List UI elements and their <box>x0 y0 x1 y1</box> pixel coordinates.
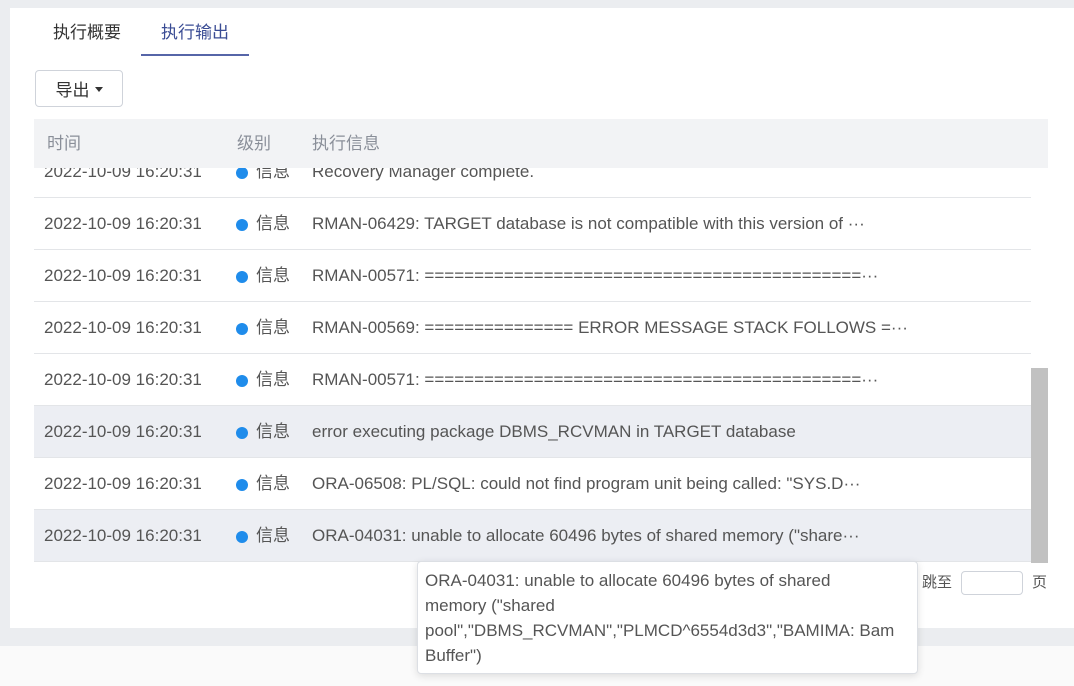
level-label: 信息 <box>256 318 290 337</box>
level-badge: 信息 <box>236 198 290 250</box>
column-header-time: 时间 <box>47 134 81 153</box>
info-dot-icon <box>236 427 248 439</box>
scrollbar-thumb[interactable] <box>1031 368 1048 563</box>
row-time: 2022-10-09 16:20:31 <box>44 214 202 233</box>
row-time: 2022-10-09 16:20:31 <box>44 168 202 181</box>
row-time: 2022-10-09 16:20:31 <box>44 422 202 441</box>
message-tooltip: ORA-04031: unable to allocate 60496 byte… <box>417 561 918 674</box>
row-message: Recovery Manager complete. <box>312 168 535 181</box>
level-label: 信息 <box>256 526 290 545</box>
level-label: 信息 <box>256 474 290 493</box>
level-badge: 信息 <box>236 406 290 458</box>
info-dot-icon <box>236 168 248 179</box>
level-badge: 信息 <box>236 510 290 562</box>
table-rows: 2022-10-09 16:20:31 信息 Recovery Manager … <box>34 168 1031 562</box>
row-message: RMAN-00571: ============================… <box>312 266 879 285</box>
row-time: 2022-10-09 16:20:31 <box>44 266 202 285</box>
table-row[interactable]: 2022-10-09 16:20:31 信息 error executing p… <box>34 406 1031 458</box>
level-badge: 信息 <box>236 458 290 510</box>
info-dot-icon <box>236 219 248 231</box>
table-row[interactable]: 2022-10-09 16:20:31 信息 Recovery Manager … <box>34 168 1031 198</box>
table-row[interactable]: 2022-10-09 16:20:31 信息 ORA-06508: PL/SQL… <box>34 458 1031 510</box>
tab-output[interactable]: 执行输出 <box>161 20 229 46</box>
level-badge: 信息 <box>236 168 290 198</box>
row-message: ORA-06508: PL/SQL: could not find progra… <box>312 474 861 493</box>
row-message: RMAN-06429: TARGET database is not compa… <box>312 214 865 233</box>
row-time: 2022-10-09 16:20:31 <box>44 474 202 493</box>
goto-page-input[interactable] <box>961 571 1023 595</box>
level-label: 信息 <box>256 370 290 389</box>
level-label: 信息 <box>256 422 290 441</box>
level-badge: 信息 <box>236 354 290 406</box>
tooltip-line: Buffer") <box>425 646 482 665</box>
row-time: 2022-10-09 16:20:31 <box>44 526 202 545</box>
row-time: 2022-10-09 16:20:31 <box>44 370 202 389</box>
table-row[interactable]: 2022-10-09 16:20:31 信息 RMAN-00571: =====… <box>34 250 1031 302</box>
info-dot-icon <box>236 479 248 491</box>
level-label: 信息 <box>256 266 290 285</box>
info-dot-icon <box>236 271 248 283</box>
column-header-message: 执行信息 <box>312 134 380 153</box>
table-row[interactable]: 2022-10-09 16:20:31 信息 ORA-04031: unable… <box>34 510 1031 562</box>
level-label: 信息 <box>256 214 290 233</box>
row-message: RMAN-00571: ============================… <box>312 370 879 389</box>
active-tab-indicator <box>141 54 249 56</box>
level-badge: 信息 <box>236 250 290 302</box>
tab-summary[interactable]: 执行概要 <box>53 20 121 46</box>
info-dot-icon <box>236 323 248 335</box>
row-time: 2022-10-09 16:20:31 <box>44 318 202 337</box>
export-button-label: 导出 <box>55 81 90 100</box>
level-label: 信息 <box>256 168 290 181</box>
row-message: error executing package DBMS_RCVMAN in T… <box>312 422 796 441</box>
caret-down-icon <box>94 87 103 92</box>
info-dot-icon <box>236 375 248 387</box>
tooltip-line: memory ("shared <box>425 596 555 615</box>
column-header-level: 级别 <box>237 134 271 153</box>
row-message: RMAN-00569: =============== ERROR MESSAG… <box>312 318 908 337</box>
info-dot-icon <box>236 531 248 543</box>
table-row[interactable]: 2022-10-09 16:20:31 信息 RMAN-06429: TARGE… <box>34 198 1031 250</box>
level-badge: 信息 <box>236 302 290 354</box>
table-row[interactable]: 2022-10-09 16:20:31 信息 RMAN-00571: =====… <box>34 354 1031 406</box>
export-button[interactable]: 导出 <box>35 70 123 107</box>
table-header: 时间 级别 执行信息 <box>34 119 1048 168</box>
page-suffix-label: 页 <box>1032 574 1048 591</box>
table-body[interactable]: 2022-10-09 16:20:31 信息 Recovery Manager … <box>34 168 1031 564</box>
table-scrollbar[interactable] <box>1031 168 1048 564</box>
goto-page-label: 跳至 <box>922 574 953 591</box>
tooltip-line: pool","DBMS_RCVMAN","PLMCD^6554d3d3","BA… <box>425 621 895 640</box>
table-row[interactable]: 2022-10-09 16:20:31 信息 RMAN-00569: =====… <box>34 302 1031 354</box>
tooltip-line: ORA-04031: unable to allocate 60496 byte… <box>425 571 831 590</box>
row-message: ORA-04031: unable to allocate 60496 byte… <box>312 526 860 545</box>
